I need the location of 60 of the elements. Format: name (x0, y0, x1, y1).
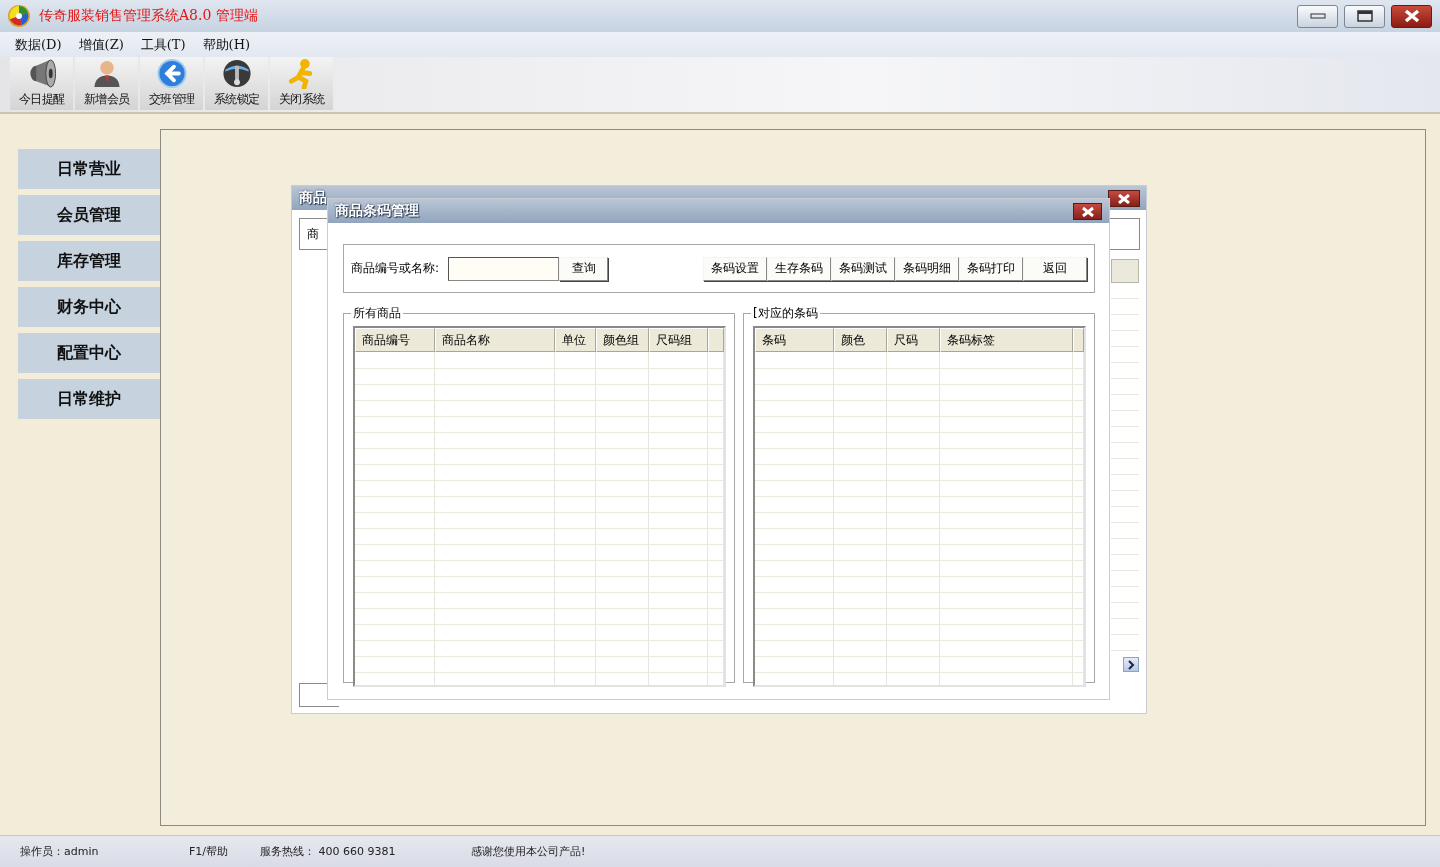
menu-item[interactable]: 帮助(H) (202, 35, 251, 54)
group-title: 所有商品 (352, 305, 402, 322)
menu-item[interactable]: 增值(Z) (78, 35, 124, 54)
column-header[interactable]: 颜色组 (596, 328, 649, 352)
column-header[interactable]: 尺码 (887, 328, 940, 352)
column-header[interactable]: 商品编号 (355, 328, 435, 352)
maximize-icon (1356, 10, 1373, 22)
sidebar-item[interactable]: 配置中心 (18, 333, 160, 373)
status-text: F1/帮助 (189, 844, 229, 859)
scroll-right-button[interactable] (1123, 657, 1139, 672)
status-text: 感谢您使用本公司产品! (471, 844, 586, 859)
action-button[interactable]: 条码打印 (959, 256, 1023, 281)
dialog-title: 商品 (299, 189, 327, 207)
close-icon (1080, 206, 1095, 217)
header-filler (1073, 328, 1084, 352)
close-icon (1403, 9, 1420, 23)
search-field[interactable] (448, 256, 560, 281)
action-button[interactable]: 条码测试 (831, 256, 895, 281)
toolbar-button[interactable]: 今日提醒 (10, 57, 73, 110)
group-title: [对应的条码 (752, 305, 819, 322)
action-button[interactable]: 生存条码 (767, 256, 831, 281)
toolbar-button[interactable]: 新增会员 (75, 57, 138, 110)
sidebar-item[interactable]: 日常营业 (18, 149, 160, 189)
column-header[interactable]: 条码标签 (940, 328, 1073, 352)
sidebar-item[interactable]: 会员管理 (18, 195, 160, 235)
maximize-button[interactable] (1344, 4, 1385, 28)
table-header (1111, 259, 1139, 283)
app-logo-icon (7, 4, 31, 28)
column-header[interactable]: 尺码组 (649, 328, 708, 352)
minimize-button[interactable] (1297, 4, 1338, 28)
toolbar-button[interactable]: 关闭系统 (270, 57, 333, 110)
toolbar-button[interactable]: 交班管理 (140, 57, 203, 110)
search-label: 商品编号或名称: (351, 260, 440, 277)
column-header[interactable]: 单位 (555, 328, 596, 352)
dialog-title: 商品条码管理 (335, 202, 419, 220)
column-header[interactable]: 条码 (755, 328, 834, 352)
status-text: 服务热线： 400 660 9381 (260, 844, 396, 859)
close-button[interactable] (1108, 190, 1140, 207)
toolbar-button[interactable]: 系统锁定 (205, 57, 268, 110)
close-icon (1117, 193, 1131, 204)
sidebar-item[interactable]: 库存管理 (18, 241, 160, 281)
sidebar-item[interactable]: 日常维护 (18, 379, 160, 419)
close-button[interactable] (1073, 203, 1102, 220)
sidebar-item[interactable]: 财务中心 (18, 287, 160, 327)
action-button[interactable]: 条码明细 (895, 256, 959, 281)
menu-item[interactable]: 数据(D) (15, 35, 62, 54)
field-label: 商 (307, 225, 319, 243)
query-button[interactable]: 查询 (559, 256, 609, 281)
column-header[interactable]: 颜色 (834, 328, 887, 352)
column-header[interactable]: 商品名称 (435, 328, 555, 352)
close-button[interactable] (1391, 4, 1432, 28)
action-button[interactable]: 返回 (1023, 256, 1087, 281)
zipper-globe-icon (220, 58, 253, 89)
status-text: 操作员：admin (20, 844, 99, 859)
minimize-icon (1309, 12, 1326, 20)
window-title: 传奇服装销售管理系统A8.0 管理端 (39, 7, 258, 25)
chevron-right-icon (1127, 659, 1135, 670)
action-button[interactable]: 条码设置 (703, 256, 767, 281)
menu-item[interactable]: 工具(T) (140, 35, 186, 54)
header-filler (708, 328, 724, 352)
